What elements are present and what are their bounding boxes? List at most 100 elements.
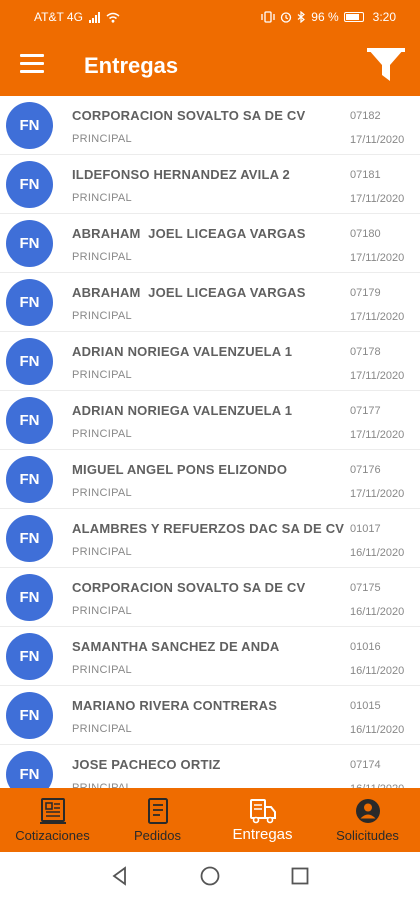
delivery-row[interactable]: FN MARIANO RIVERA CONTRERAS PRINCIPAL 01015… <box>0 686 420 745</box>
delivery-row[interactable]: FN ABRAHAM JOEL LICEAGA VARGAS PRINCIPAL 07… <box>0 273 420 332</box>
delivery-row[interactable]: FN CORPORACION SOVALTO SA DE CV PRINCIPAL 0… <box>0 568 420 627</box>
system-navigation-bar <box>0 852 420 900</box>
client-name: ADRIAN NORIEGA VALENZUELA 1 <box>72 403 293 418</box>
delivery-code: 07176 <box>350 464 381 476</box>
delivery-row[interactable]: FN ABRAHAM JOEL LICEAGA VARGAS PRINCIPAL 07… <box>0 214 420 273</box>
delivery-row[interactable]: FN MIGUEL ANGEL PONS ELIZONDO PRINCIPAL 071… <box>0 450 420 509</box>
delivery-row[interactable]: FNJOSE PACHECO ORTIZPRINCIPAL0717416/11/… <box>0 745 420 788</box>
avatar: FN <box>6 220 53 267</box>
nav-label-solicitudes: Solicitudes <box>336 828 399 843</box>
avatar: FN <box>6 692 53 739</box>
delivery-code: 07178 <box>350 346 381 358</box>
delivery-date: 17/11/2020 <box>350 252 405 264</box>
delivery-code: 07181 <box>350 169 381 181</box>
hamburger-menu-icon[interactable] <box>20 52 46 76</box>
client-name: CORPORACION SOVALTO SA DE CV <box>72 580 306 595</box>
avatar: FN <box>6 161 53 208</box>
branch-label: PRINCIPAL <box>72 605 132 617</box>
client-name: ABRAHAM JOEL LICEAGA VARGAS <box>72 285 306 300</box>
filter-funnel-icon[interactable] <box>364 44 408 88</box>
delivery-code: 07174 <box>350 759 381 771</box>
delivery-code: 01016 <box>350 641 381 653</box>
delivery-row[interactable]: FN ADRIAN NORIEGA VALENZUELA 1 PRINCIPAL 07… <box>0 332 420 391</box>
branch-label: PRINCIPAL <box>72 546 132 558</box>
wifi-icon <box>106 12 120 23</box>
delivery-row[interactable]: FN ILDEFONSO HERNANDEZ AVILA 2 PRINCIPAL 07… <box>0 155 420 214</box>
nav-item-solicitudes[interactable]: Solicitudes <box>315 788 420 852</box>
avatar: FN <box>6 456 53 503</box>
back-triangle-icon[interactable] <box>108 864 132 888</box>
nav-item-cotizaciones[interactable]: Cotizaciones <box>0 788 105 852</box>
nav-label-entregas: Entregas <box>232 826 293 843</box>
branch-label: PRINCIPAL <box>72 664 132 676</box>
delivery-date: 17/11/2020 <box>350 311 405 323</box>
avatar: FN <box>6 338 53 385</box>
avatar: FN <box>6 279 53 326</box>
bluetooth-icon <box>297 11 306 23</box>
delivery-code: 07180 <box>350 228 381 240</box>
delivery-date: 17/11/2020 <box>350 488 405 500</box>
signal-icon <box>88 11 100 23</box>
client-name: ADRIAN NORIEGA VALENZUELA 1 <box>72 344 293 359</box>
user-request-icon <box>355 799 380 823</box>
clock: 3:20 <box>372 10 396 24</box>
delivery-row[interactable]: FN ALAMBRES Y REFUERZOS DAC SA DE CV PRINC… <box>0 509 420 568</box>
client-name: SAMANTHA SANCHEZ DE ANDA <box>72 639 280 654</box>
client-name: ILDEFONSO HERNANDEZ AVILA 2 <box>72 167 290 182</box>
delivery-code: 07179 <box>350 287 381 299</box>
delivery-date: 16/11/2020 <box>350 547 405 559</box>
avatar: FN <box>6 751 53 788</box>
battery-percent: 96 % <box>311 10 339 24</box>
delivery-code: 01017 <box>350 523 381 535</box>
status-left: AT&T 4G <box>34 10 120 24</box>
delivery-icon <box>249 799 276 824</box>
delivery-row[interactable]: FN SAMANTHA SANCHEZ DE ANDA PRINCIPAL 01016… <box>0 627 420 686</box>
nav-item-entregas[interactable]: Entregas <box>210 788 315 852</box>
branch-label: PRINCIPAL <box>72 192 132 204</box>
status-bar: AT&T 4G 96 % 3:20 <box>0 0 420 34</box>
avatar: FN <box>6 633 53 680</box>
delivery-date: 17/11/2020 <box>350 429 405 441</box>
delivery-date: 17/11/2020 <box>350 193 405 205</box>
app-bar: Entregas <box>0 34 420 96</box>
nav-item-pedidos[interactable]: Pedidos <box>105 788 210 852</box>
delivery-date: 17/11/2020 <box>350 134 405 146</box>
delivery-code: 07177 <box>350 405 381 417</box>
vibrate-icon <box>261 11 275 23</box>
delivery-code: 01015 <box>350 700 381 712</box>
delivery-row[interactable]: FN ADRIAN NORIEGA VALENZUELA 1 PRINCIPAL 07… <box>0 391 420 450</box>
avatar: FN <box>6 102 53 149</box>
avatar: FN <box>6 397 53 444</box>
avatar: FN <box>6 515 53 562</box>
client-name: JOSE PACHECO ORTIZ <box>72 757 221 772</box>
branch-label: PRINCIPAL <box>72 428 132 440</box>
alarm-icon <box>281 12 292 23</box>
order-list-icon <box>147 798 168 824</box>
recents-square-icon[interactable] <box>288 864 312 888</box>
nav-label-cotizaciones: Cotizaciones <box>15 828 90 843</box>
carrier-label: AT&T 4G <box>34 10 83 24</box>
delivery-date: 16/11/2020 <box>350 724 405 736</box>
delivery-list[interactable]: FN CORPORACION SOVALTO SA DE CV PRINCIPAL 0… <box>0 96 420 788</box>
branch-label: PRINCIPAL <box>72 723 132 735</box>
client-name: ALAMBRES Y REFUERZOS DAC SA DE CV <box>72 521 345 536</box>
branch-label: PRINCIPAL <box>72 251 132 263</box>
delivery-date: 17/11/2020 <box>350 370 405 382</box>
client-name: CORPORACION SOVALTO SA DE CV <box>72 108 306 123</box>
delivery-code: 07175 <box>350 582 381 594</box>
branch-label: PRINCIPAL <box>72 487 132 499</box>
status-right: 96 % 3:20 <box>261 10 396 24</box>
delivery-date: 16/11/2020 <box>350 665 405 677</box>
home-circle-icon[interactable] <box>198 864 222 888</box>
client-name: MARIANO RIVERA CONTRERAS <box>72 698 278 713</box>
branch-label: PRINCIPAL <box>72 310 132 322</box>
page-title: Entregas <box>84 53 179 78</box>
avatar: FN <box>6 574 53 621</box>
delivery-date: 16/11/2020 <box>350 606 405 618</box>
branch-label: PRINCIPAL <box>72 133 132 145</box>
delivery-row[interactable]: FN CORPORACION SOVALTO SA DE CV PRINCIPAL 0… <box>0 96 420 155</box>
client-name: MIGUEL ANGEL PONS ELIZONDO <box>72 462 288 477</box>
nav-label-pedidos: Pedidos <box>134 828 181 843</box>
client-name: ABRAHAM JOEL LICEAGA VARGAS <box>72 226 306 241</box>
branch-label: PRINCIPAL <box>72 369 132 381</box>
